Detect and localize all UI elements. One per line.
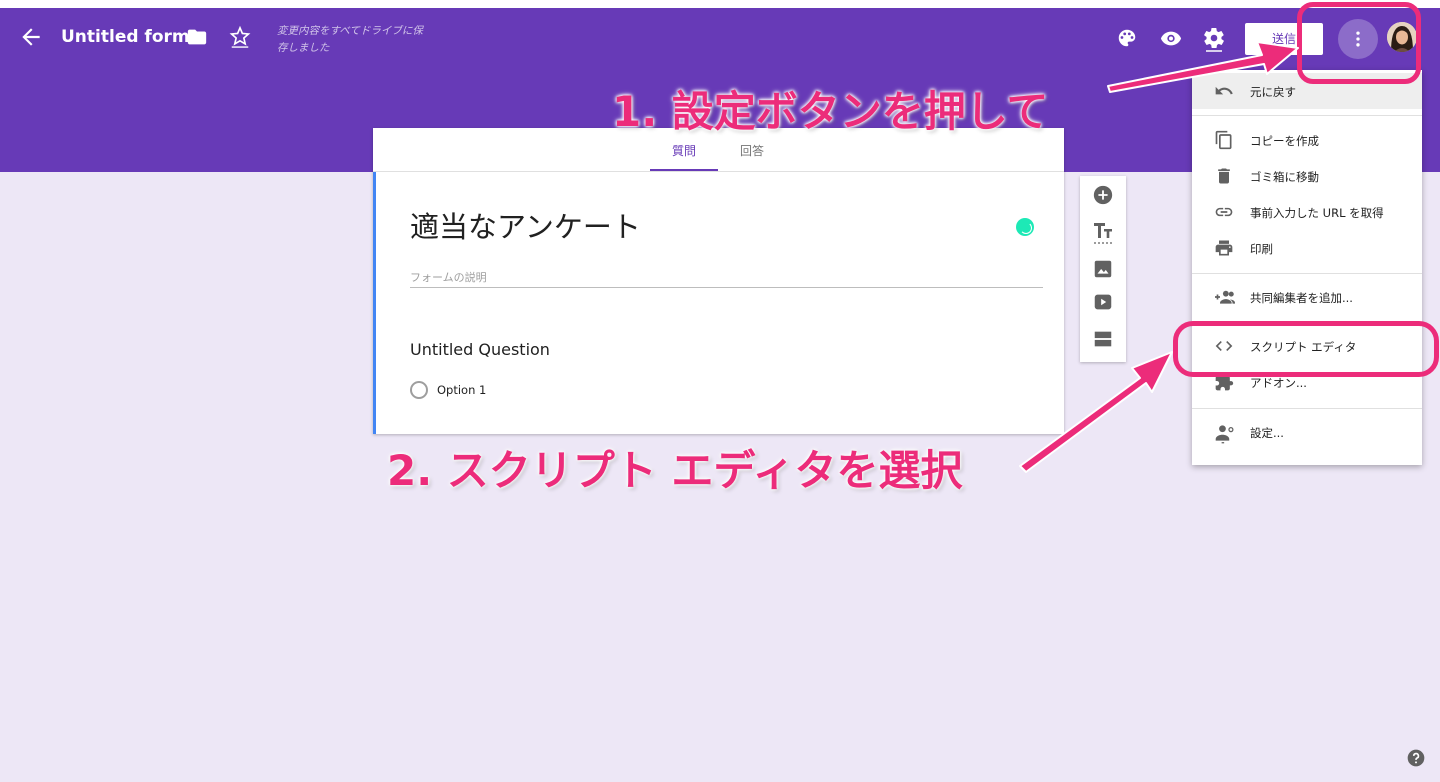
undo-icon [1214,81,1234,101]
menu-item-move-to-trash[interactable]: ゴミ箱に移動 [1192,158,1422,194]
menu-divider [1192,408,1422,409]
form-card: 質問 回答 適当なアンケート フォームの説明 Untitled Question… [373,128,1064,434]
eye-icon[interactable] [1159,27,1183,49]
menu-item-settings[interactable]: 設定... [1192,414,1422,450]
arrow-left-icon[interactable] [18,24,44,50]
person-settings-icon [1214,422,1236,444]
title-text-icon[interactable] [1092,220,1114,246]
active-tab-indicator [650,169,718,171]
question-title[interactable]: Untitled Question [410,340,550,359]
form-title[interactable]: 適当なアンケート [410,204,641,246]
menu-item-make-copy[interactable]: コピーを作成 [1192,122,1422,158]
active-section-indicator [373,172,376,434]
folder-icon[interactable] [186,26,208,48]
menu-divider [1192,115,1422,116]
option-label[interactable]: Option 1 [437,383,486,397]
help-icon[interactable] [1406,748,1426,768]
copy-icon [1214,130,1234,150]
annotation-step-1: 1. 設定ボタンを押して [612,87,1049,136]
tab-questions[interactable]: 質問 [672,142,696,159]
image-icon[interactable] [1092,258,1114,280]
add-question-icon[interactable] [1092,184,1114,206]
trash-icon [1214,166,1234,186]
menu-item-print[interactable]: 印刷 [1192,230,1422,266]
star-outline-icon[interactable] [229,25,251,49]
form-name[interactable]: Untitled form [61,27,190,47]
link-icon [1214,202,1234,222]
save-status: 変更内容をすべてドライブに保存しました [277,25,423,54]
annotation-highlight-more-button [1297,2,1421,84]
loading-spinner-icon [1016,218,1034,236]
menu-item-add-collaborators[interactable]: 共同編集者を追加... [1192,279,1422,315]
divider [410,287,1043,288]
annotation-highlight-script-editor [1173,321,1439,377]
gear-icon[interactable] [1202,26,1226,52]
form-description-input[interactable]: フォームの説明 [410,269,487,285]
menu-item-prefilled-url[interactable]: 事前入力した URL を取得 [1192,194,1422,230]
add-people-icon [1214,287,1236,307]
top-strip [0,0,1440,8]
menu-divider [1192,273,1422,274]
question-toolbar [1080,176,1126,362]
tab-responses[interactable]: 回答 [740,142,764,159]
section-icon[interactable] [1092,328,1114,350]
annotation-step-2: 2. スクリプト エディタを選択 [387,446,963,495]
palette-icon[interactable] [1116,27,1138,49]
more-options-menu: 元に戻す コピーを作成 ゴミ箱に移動 事前入力した URL を取得 印刷 共同編… [1192,70,1422,465]
radio-button[interactable] [410,381,428,399]
print-icon [1214,238,1234,258]
video-icon[interactable] [1092,291,1114,313]
